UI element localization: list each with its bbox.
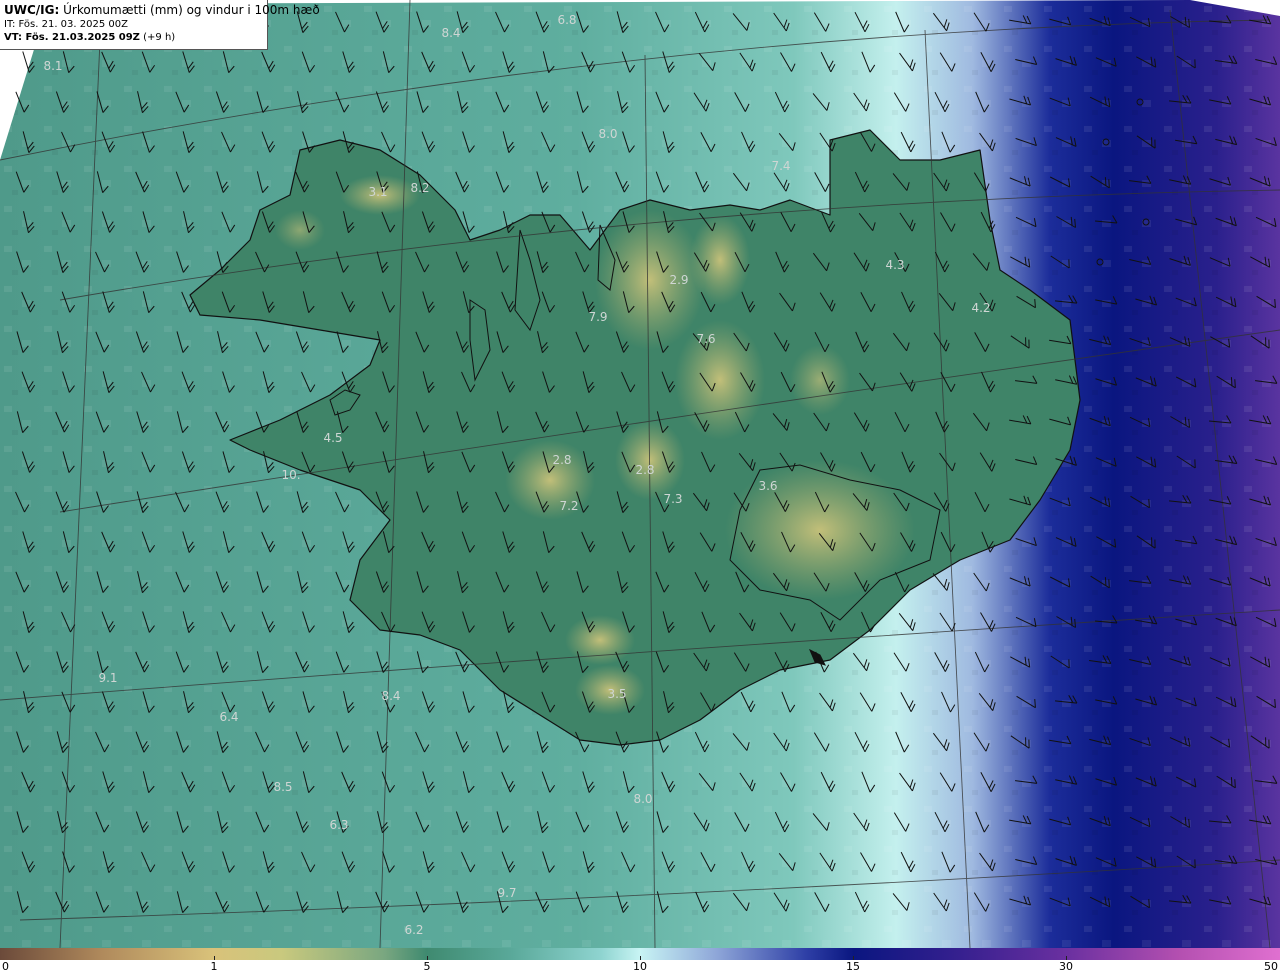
value-label: 2.8 [635, 463, 654, 477]
valid-time: VT: Fös. 21.03.2025 09Z [4, 32, 140, 43]
colorbar-tick-label: 30 [1059, 960, 1073, 973]
value-label: 7.4 [771, 159, 790, 173]
value-label: 8.4 [441, 26, 460, 40]
value-label: 8.1 [43, 59, 62, 73]
product-code: UWC/IG: [4, 3, 60, 17]
map-info-box: UWC/IG: Úrkomumætti (mm) og vindur i 100… [0, 0, 320, 50]
value-label: 3.5 [607, 687, 626, 701]
value-label: 6.4 [219, 710, 238, 724]
value-label: 7.2 [559, 499, 578, 513]
value-label: 10. [281, 468, 300, 482]
colorbar-tick-label: 5 [423, 960, 431, 973]
value-label: 8.5 [273, 780, 292, 794]
value-label: 3.6 [758, 479, 777, 493]
value-label: 8.0 [598, 127, 617, 141]
colorbar-tick-label: 10 [633, 960, 647, 973]
value-label: 4.3 [885, 258, 904, 272]
colorbar-tick-label: 0 [2, 960, 9, 973]
colorbar-tick-label: 1 [210, 960, 218, 973]
colorbar-tick-label: 50 [1264, 960, 1278, 973]
colorbar-tick-label: 15 [846, 960, 860, 973]
value-label: 9.1 [98, 671, 117, 685]
forecast-map: 6.8 8.4 8.1 8.0 7.4 3.1 8.2 2.9 4.3 4.2 7.9 7.6 4.5 2… [0, 0, 1280, 948]
value-label: 8.4 [381, 689, 400, 703]
value-label: 8.2 [410, 181, 429, 195]
value-label: 4.5 [323, 431, 342, 445]
value-label: 6.2 [404, 923, 423, 937]
value-label: 7.9 [588, 310, 607, 324]
value-label: 7.3 [663, 492, 682, 506]
title-line: UWC/IG: Úrkomumætti (mm) og vindur i 100… [4, 3, 320, 18]
valid-offset: (+9 h) [143, 32, 176, 43]
value-label: 2.9 [669, 273, 688, 287]
initial-time: IT: Fös. 21. 03. 2025 00Z [4, 19, 128, 30]
value-label: 2.8 [552, 453, 571, 467]
value-label: 8.0 [633, 792, 652, 806]
value-label: 7.6 [696, 332, 715, 346]
map-canvas: 6.8 8.4 8.1 8.0 7.4 3.1 8.2 2.9 4.3 4.2 7.9 7.6 4.5 2… [0, 0, 1280, 948]
valid-time-line: VT: Fös. 21.03.2025 09Z (+9 h) [4, 31, 263, 44]
value-label: 3.1 [368, 185, 387, 199]
value-label: 9.7 [497, 886, 516, 900]
value-label: 6.8 [557, 13, 576, 27]
value-label: 4.2 [971, 301, 990, 315]
product-description: Úrkomumætti (mm) og vindur i 100m hæð [63, 3, 320, 17]
value-label: 6.3 [329, 818, 348, 832]
